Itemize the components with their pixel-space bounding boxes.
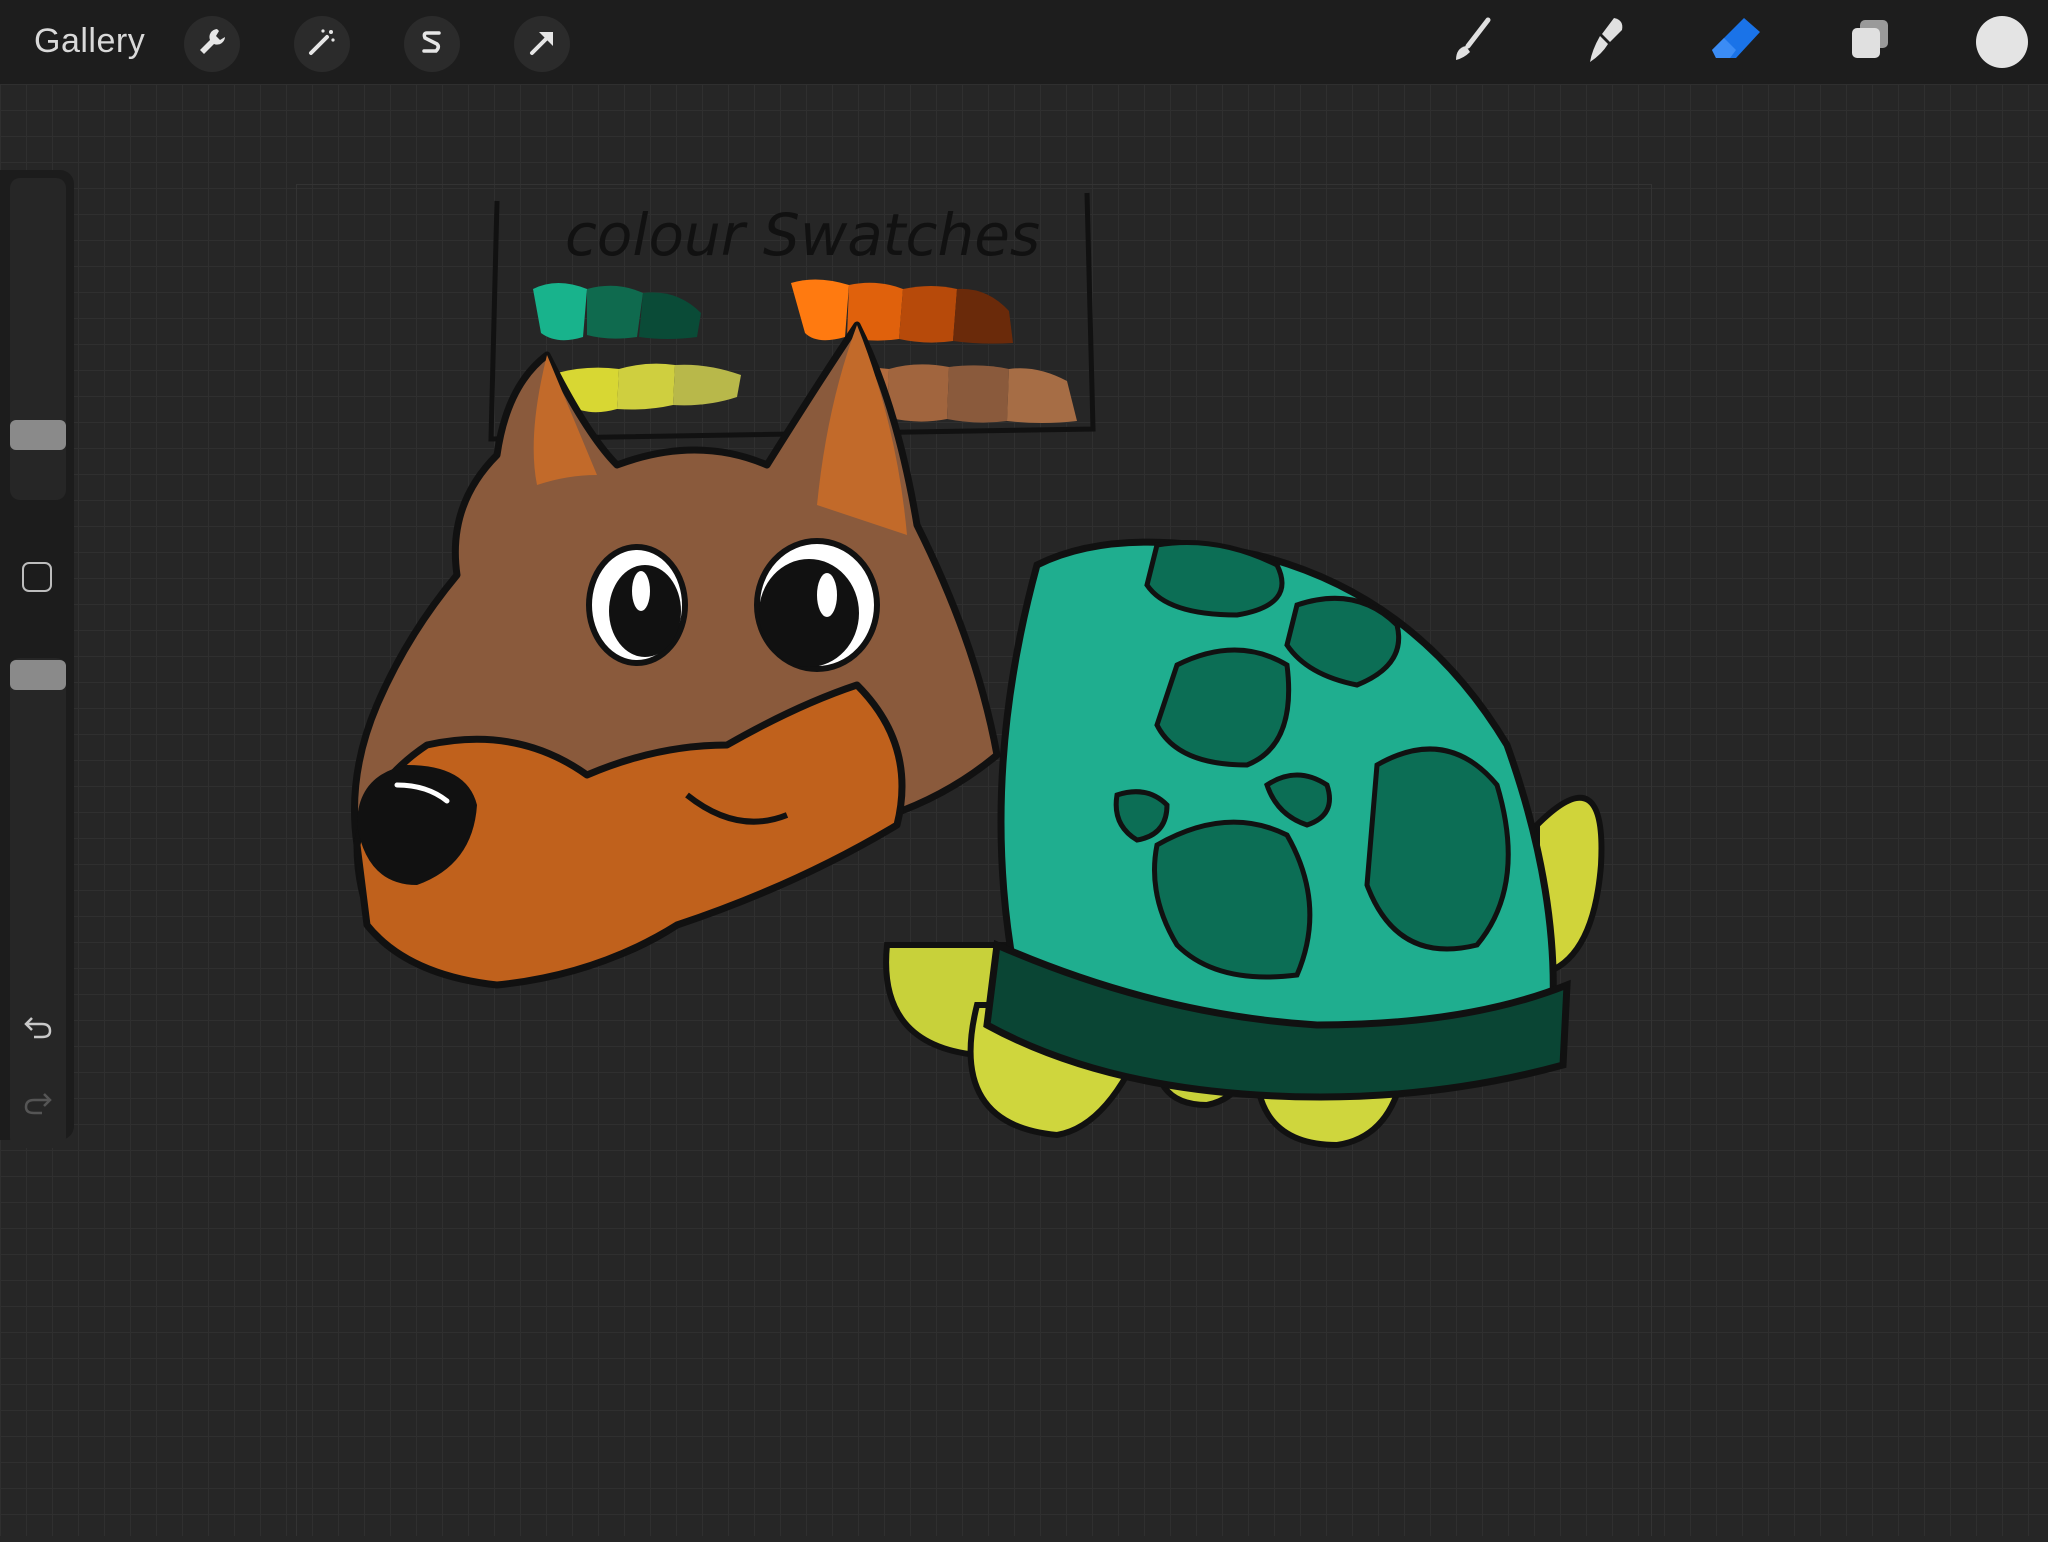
turtle-shell (983, 538, 1571, 1101)
layers-button[interactable] (1838, 12, 1902, 72)
orange-swatches (791, 279, 1013, 344)
brush-size-slider[interactable] (10, 178, 66, 500)
yellow-swatches (557, 363, 741, 413)
redo-icon (22, 1088, 54, 1121)
selection-s-icon (415, 25, 449, 64)
eraser-icon (1706, 12, 1766, 73)
opacity-thumb[interactable] (10, 660, 66, 690)
brush-tool-button[interactable] (1440, 12, 1504, 72)
eraser-tool-button[interactable] (1704, 12, 1768, 72)
opacity-slider[interactable] (10, 658, 66, 1148)
undo-icon (22, 1012, 54, 1045)
transform-arrow-icon (525, 25, 559, 64)
dog-head (351, 321, 1001, 989)
top-toolbar: Gallery (0, 0, 2048, 84)
selection-button[interactable] (404, 16, 460, 72)
left-sidebar (0, 170, 74, 1148)
swatch-title: colour Swatches (565, 201, 1040, 269)
layers-icon (1842, 12, 1898, 73)
adjustments-button[interactable] (294, 16, 350, 72)
smudge-icon (1576, 12, 1632, 73)
colour-swatch-box: colour Swatches (488, 192, 1096, 442)
brush-size-thumb[interactable] (10, 420, 66, 450)
transform-button[interactable] (514, 16, 570, 72)
smudge-tool-button[interactable] (1572, 12, 1636, 72)
redo-button[interactable] (18, 1084, 58, 1124)
wrench-icon (195, 25, 229, 64)
color-picker-button[interactable] (1976, 16, 2028, 68)
modify-square-icon[interactable] (22, 562, 52, 592)
brush-icon (1444, 12, 1500, 73)
artwork: colour Swatches (351, 192, 1605, 1149)
undo-button[interactable] (18, 1008, 58, 1048)
gallery-button[interactable]: Gallery (34, 22, 145, 61)
drawing-canvas[interactable]: colour Swatches (296, 184, 1652, 1536)
teal-swatches (533, 283, 701, 341)
magic-wand-icon (305, 25, 339, 64)
actions-button[interactable] (184, 16, 240, 72)
